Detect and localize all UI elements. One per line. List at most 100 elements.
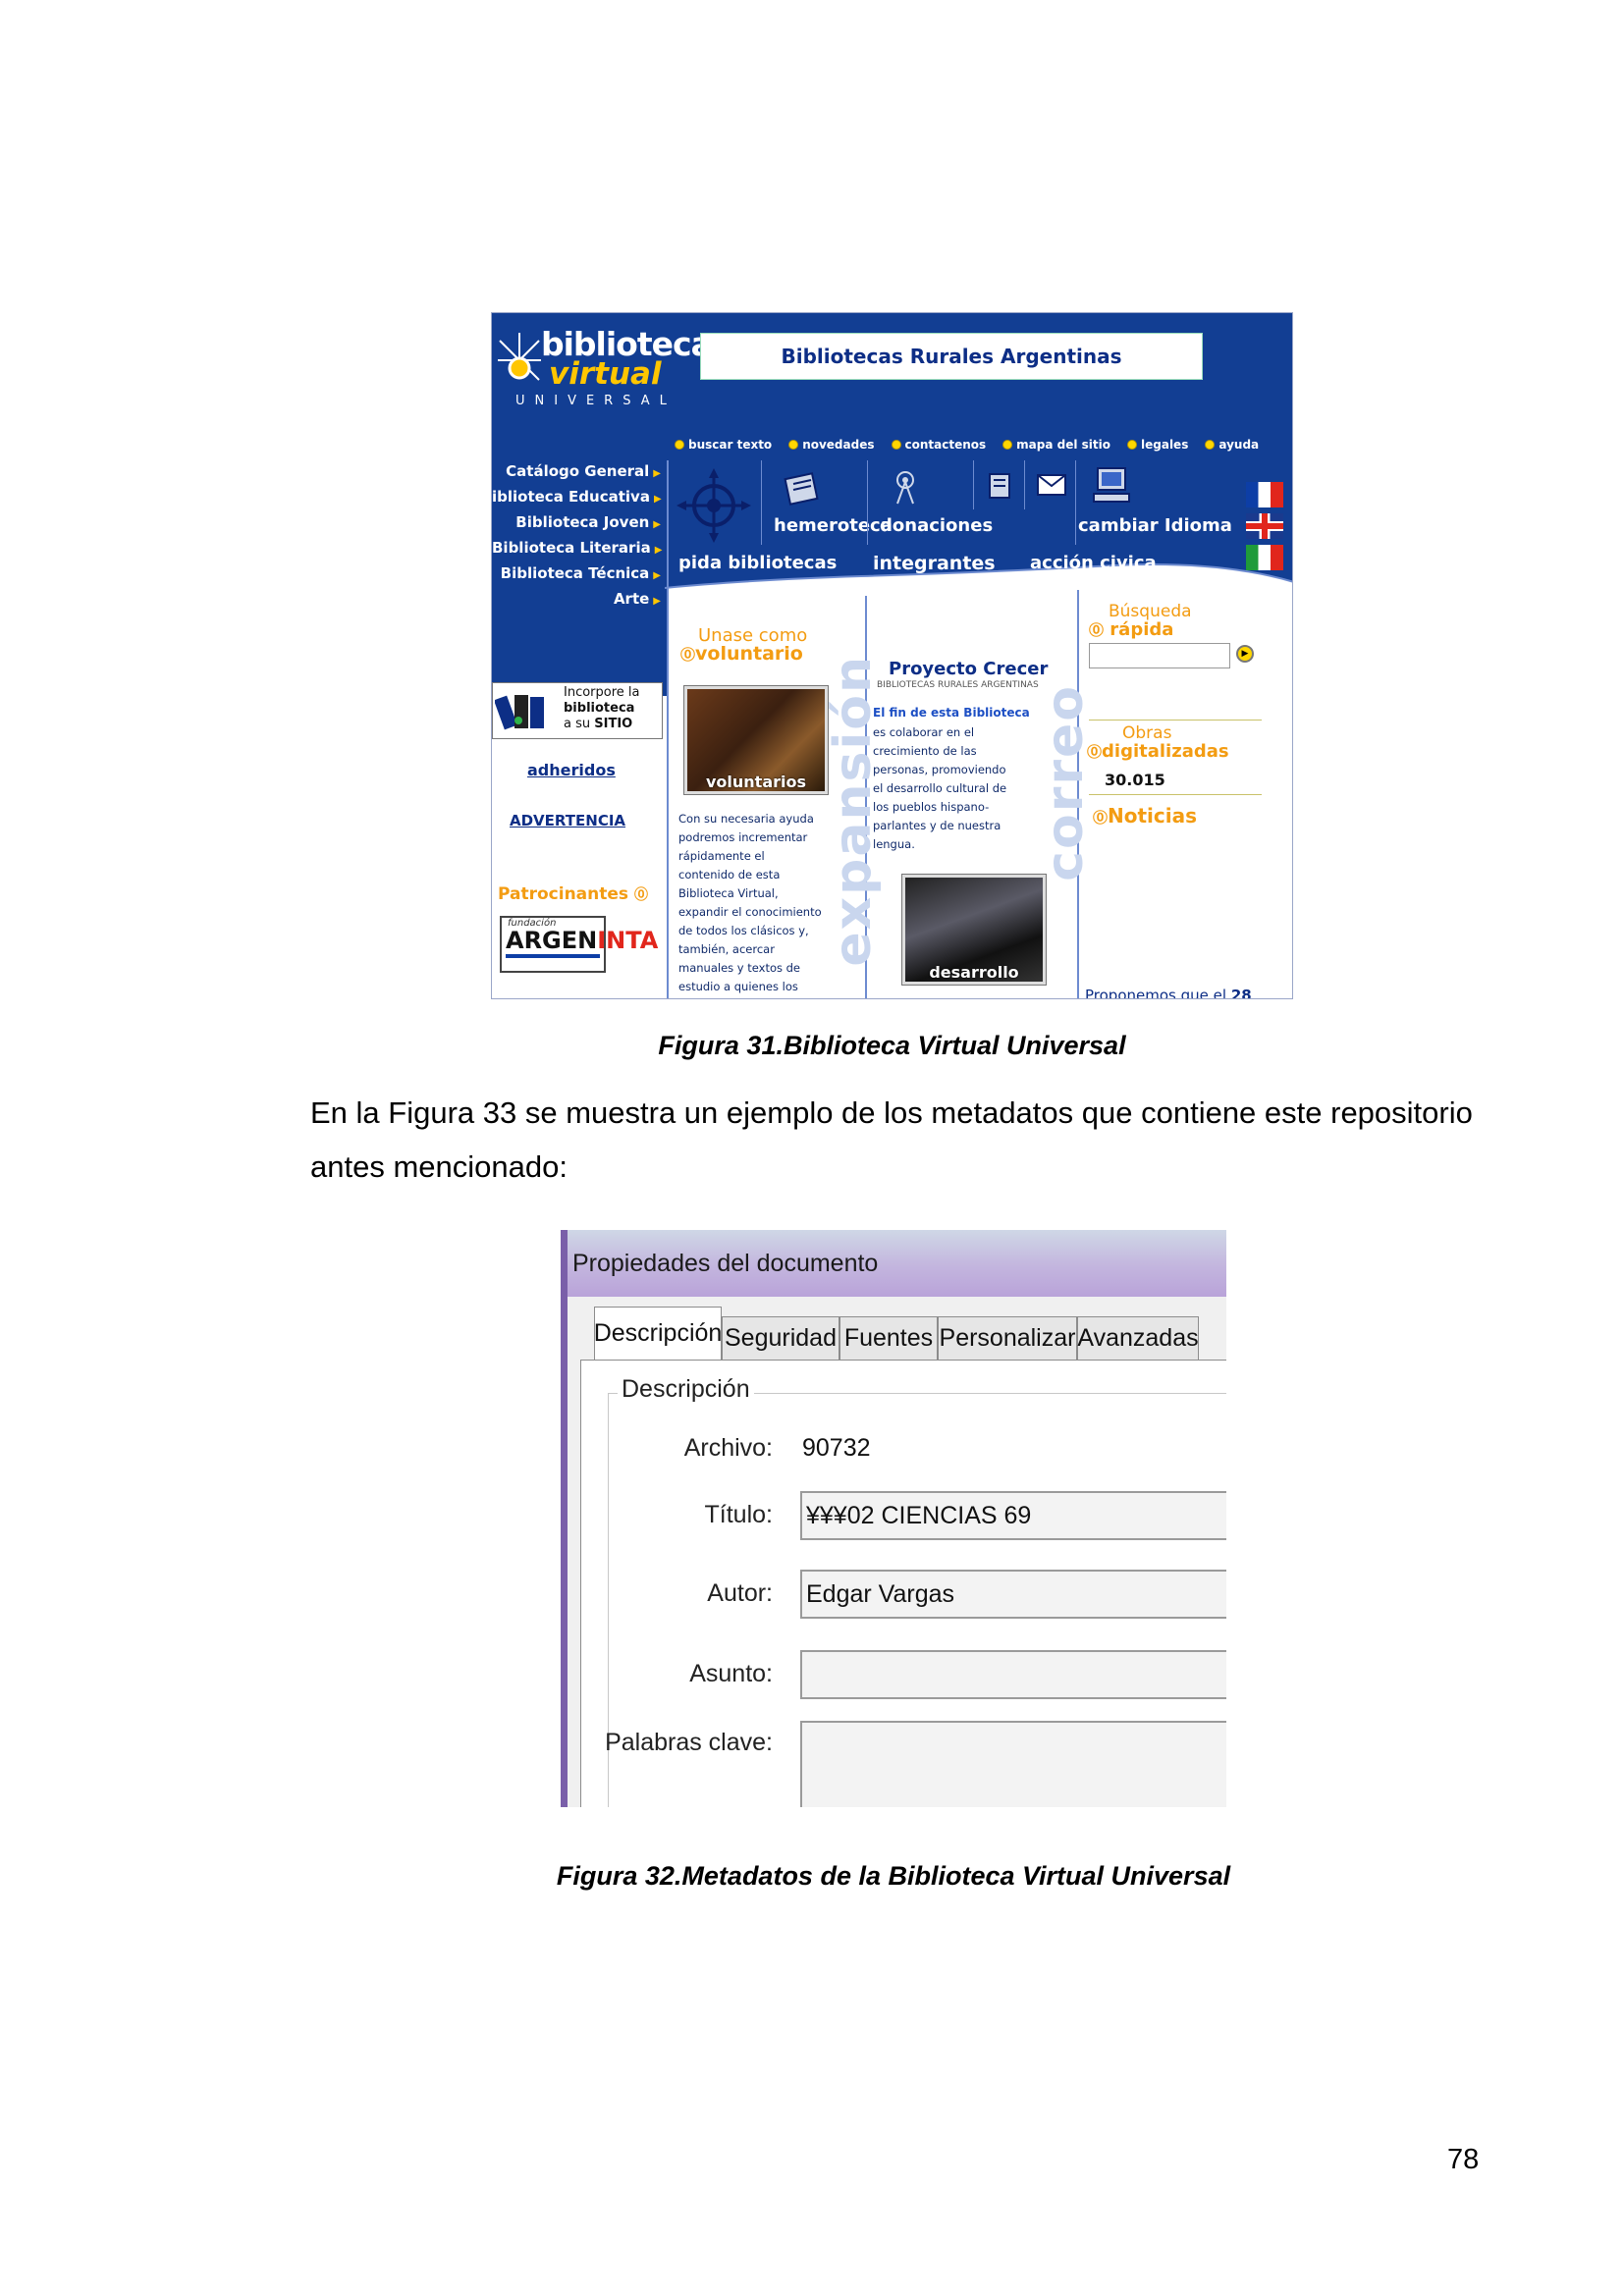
proyecto-text: es colaborar en el crecimiento de las pe… <box>873 723 1073 854</box>
asunto-label: Asunto: <box>689 1660 773 1687</box>
desarrollo-photo[interactable]: desarrollo <box>901 874 1047 986</box>
divider <box>667 460 669 998</box>
figure-31-website-screenshot: biblioteca virtual UNIVERSAL Bibliotecas… <box>491 312 1293 999</box>
body-paragraph: En la Figura 33 se muestra un ejemplo de… <box>310 1086 1489 1194</box>
nav-book-icon-cell[interactable] <box>973 460 1025 509</box>
divider <box>1089 720 1262 721</box>
link-novedades[interactable]: novedades <box>788 435 875 454</box>
dialog-title: Propiedades del documento <box>572 1250 879 1277</box>
menu-label: Biblioteca Literaria <box>492 539 651 557</box>
link-accion-civica[interactable]: acción civica <box>1030 553 1157 573</box>
tab-personalizar[interactable]: Personalizar <box>938 1316 1077 1360</box>
arrow-bullet-icon <box>891 440 901 450</box>
triangle-right-icon: ▶ <box>653 519 661 530</box>
tab-seguridad[interactable]: Seguridad <box>722 1316 839 1360</box>
sponsor-logo[interactable]: fundación ARGENINTA <box>500 916 658 973</box>
proyecto-title: Proyecto Crecer <box>889 659 1049 679</box>
menu-catalogo-general[interactable]: Catálogo General ▶ <box>492 462 661 488</box>
voluntarios-photo[interactable]: voluntarios <box>683 685 829 795</box>
menu-biblioteca-tecnica[interactable]: Biblioteca Técnica ▶ <box>492 564 661 590</box>
link-advertencia[interactable]: ADVERTENCIA <box>510 812 625 829</box>
link-contactenos[interactable]: contactenos <box>891 435 987 454</box>
link-adheridos[interactable]: adheridos <box>527 761 616 779</box>
link-label: mapa del sitio <box>1016 438 1110 452</box>
proyecto-line: el desarrollo cultural de <box>873 781 1007 795</box>
tab-descripcion[interactable]: Descripción <box>594 1307 722 1360</box>
link-label: legales <box>1141 438 1189 452</box>
titulo-field[interactable]: ¥¥¥02 CIENCIAS 69 <box>800 1491 1226 1540</box>
cambiar-idioma-label: cambiar Idioma <box>1078 515 1232 536</box>
flag-italy-icon[interactable] <box>1246 545 1283 570</box>
voluntario-line: podremos incrementar <box>678 830 808 844</box>
radio-tower-icon <box>896 471 914 505</box>
logo-starburst-icon <box>498 333 541 381</box>
figure-32-caption: Figura 32.Metadatos de la Biblioteca Vir… <box>556 1861 1231 1891</box>
incorpore-text: Incorpore la biblioteca a su SITIO <box>564 685 640 732</box>
nav-compass-icon[interactable] <box>667 460 761 545</box>
nav-envelope-cell[interactable] <box>1024 460 1076 509</box>
proyecto-line: los pueblos hispano- <box>873 800 990 814</box>
proyecto-line: crecimiento de las <box>873 744 977 758</box>
arrow-bullet-icon <box>1127 440 1137 450</box>
voluntario-text: Con su necesaria ayuda podremos incremen… <box>678 810 865 996</box>
obras-count: 30.015 <box>1105 771 1165 789</box>
link-pida-bibliotecas[interactable]: pida bibliotecas <box>678 553 837 573</box>
noticias-label: Noticias <box>1108 804 1198 828</box>
asunto-field[interactable] <box>800 1650 1226 1699</box>
menu-biblioteca-educativa[interactable]: iblioteca Educativa ▶ <box>492 488 662 513</box>
left-menu: Catálogo General ▶ iblioteca Educativa ▶ B… <box>492 462 662 615</box>
busqueda-heading-1: Búsqueda <box>1109 602 1192 621</box>
palabras-clave-field[interactable] <box>800 1721 1226 1807</box>
quick-search-input[interactable] <box>1089 643 1230 668</box>
obras-heading[interactable]: ⓪digitalizadas <box>1087 741 1229 762</box>
dialog-frame-edge <box>561 1230 568 1807</box>
menu-label: Biblioteca Joven <box>515 513 650 531</box>
noticias-snippet-number: 28 <box>1230 987 1252 999</box>
proyecto-line: parlantes y de nuestra <box>873 819 1001 832</box>
triangle-right-icon: ▶ <box>653 494 662 505</box>
menu-biblioteca-literaria[interactable]: Biblioteca Literaria ▶ <box>492 539 662 564</box>
menu-arte[interactable]: Arte ▶ <box>492 590 661 615</box>
link-integrantes[interactable]: integrantes <box>873 553 996 574</box>
menu-biblioteca-joven[interactable]: Biblioteca Joven ▶ <box>492 513 661 539</box>
arrow-bullet-icon <box>1205 440 1216 450</box>
noticias-snippet: Proponemos que el 28 <box>1085 987 1252 999</box>
newspaper-icon <box>784 472 819 506</box>
link-label: ayuda <box>1218 438 1260 452</box>
link-buscar-texto[interactable]: buscar texto <box>675 435 772 454</box>
link-label: contactenos <box>904 438 987 452</box>
incorpore-badge[interactable]: Incorpore la biblioteca a su SITIO <box>492 682 663 739</box>
triangle-right-icon: ▶ <box>653 570 661 581</box>
figure-32-properties-dialog: Propiedades del documento Descripción Se… <box>561 1230 1226 1807</box>
top-links: buscar texto novedades contactenos mapa … <box>675 435 1291 454</box>
nav-hemeroteca[interactable]: hemeroteca <box>761 460 893 545</box>
sponsor-name-2: INTA <box>597 927 659 954</box>
envelope-icon <box>1037 474 1066 496</box>
chevron-down-icon: ⓪ <box>633 887 648 903</box>
logo-virtual: virtual <box>549 356 662 392</box>
link-mapa-del-sitio[interactable]: mapa del sitio <box>1002 435 1110 454</box>
autor-field[interactable]: Edgar Vargas <box>800 1570 1226 1619</box>
patrocinantes-heading[interactable]: Patrocinantes ⓪ <box>498 884 648 904</box>
divider <box>1089 794 1262 795</box>
flag-france-icon[interactable] <box>1246 482 1283 507</box>
nav-donaciones[interactable]: donaciones <box>867 460 993 545</box>
books-icon <box>495 695 544 730</box>
tab-fuentes[interactable]: Fuentes <box>839 1316 938 1360</box>
proyecto-line: es colaborar en el <box>873 725 975 739</box>
nav-cambiar-idioma[interactable]: cambiar Idioma <box>1075 460 1243 545</box>
desarrollo-caption: desarrollo <box>929 963 1019 982</box>
voluntario-line: de todos los clásicos y, <box>678 924 809 937</box>
noticias-heading[interactable]: ⓪Noticias <box>1093 804 1197 828</box>
link-ayuda[interactable]: ayuda <box>1205 435 1259 454</box>
voluntario-line: Biblioteca Virtual, <box>678 886 779 900</box>
groupbox-label: Descripción <box>618 1375 754 1404</box>
flag-uk-icon[interactable] <box>1246 513 1283 539</box>
book-icon <box>989 473 1010 499</box>
link-legales[interactable]: legales <box>1127 435 1188 454</box>
search-go-button[interactable]: ▶ <box>1236 645 1254 663</box>
voluntario-heading[interactable]: ⓪voluntario <box>680 643 803 665</box>
tab-avanzadas[interactable]: Avanzadas <box>1077 1316 1199 1360</box>
voluntario-line: contenido de esta <box>678 868 781 881</box>
menu-label: Arte <box>613 590 650 608</box>
